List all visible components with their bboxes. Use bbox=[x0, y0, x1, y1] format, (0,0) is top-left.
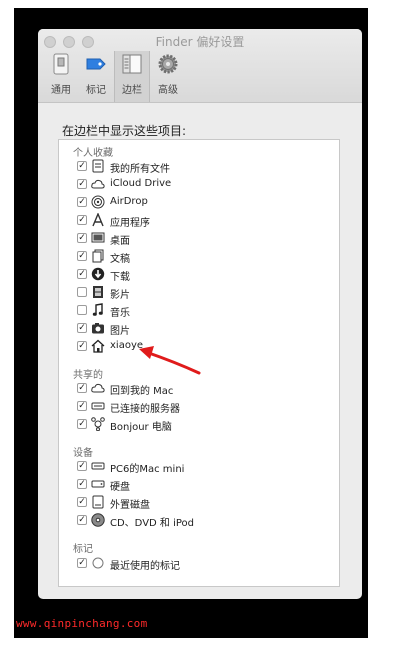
tab-general-label: 通用 bbox=[51, 85, 71, 96]
optical-disc-icon bbox=[91, 513, 105, 527]
checkbox[interactable]: ✓ bbox=[77, 419, 87, 429]
sidebar-option-back-to-my-mac[interactable]: ✓ 回到我的 Mac bbox=[77, 381, 327, 397]
download-icon bbox=[91, 267, 105, 281]
cloud-icon bbox=[91, 179, 105, 189]
option-label: 影片 bbox=[110, 290, 130, 301]
option-label: 回到我的 Mac bbox=[110, 386, 174, 397]
sidebar-option-documents[interactable]: ✓ 文稿 bbox=[77, 249, 327, 265]
checkbox[interactable]: ✓ bbox=[77, 233, 87, 243]
hard-disk-icon bbox=[91, 480, 105, 488]
sidebar-option-connected-servers[interactable]: ✓ 已连接的服务器 bbox=[77, 399, 327, 415]
sidebar-items-list: 个人收藏 ✓ 我的所有文件 ✓ iCloud Drive ✓ AirDrop ✓… bbox=[58, 139, 340, 587]
option-label: PC6的Mac mini bbox=[110, 464, 185, 475]
title-bar: Finder 偏好设置 通用 标记 边栏 高级 bbox=[38, 29, 362, 103]
section-shared-title: 共享的 bbox=[73, 370, 103, 381]
tab-advanced[interactable]: 高级 bbox=[151, 51, 185, 99]
sidebar-icon bbox=[122, 54, 142, 74]
desktop-icon bbox=[91, 232, 105, 243]
external-disk-icon bbox=[92, 495, 104, 509]
checkbox[interactable]: ✓ bbox=[77, 497, 87, 507]
option-label: 音乐 bbox=[110, 308, 130, 319]
checkbox[interactable]: ✓ bbox=[77, 179, 87, 189]
checkbox[interactable]: ✓ bbox=[77, 383, 87, 393]
sidebar-option-external-disk[interactable]: ✓ 外置磁盘 bbox=[77, 495, 327, 511]
option-label: 我的所有文件 bbox=[110, 164, 170, 175]
sidebar-option-applications[interactable]: ✓ 应用程序 bbox=[77, 213, 327, 229]
finder-preferences-window: Finder 偏好设置 通用 标记 边栏 高级 在边栏中显示这些项目: 个人收藏… bbox=[38, 29, 362, 599]
sidebar-option-downloads[interactable]: ✓ 下载 bbox=[77, 267, 327, 283]
cloud-icon bbox=[91, 383, 105, 393]
window-title: Finder 偏好设置 bbox=[155, 35, 245, 49]
option-label: 外置磁盘 bbox=[110, 500, 150, 511]
option-label: 桌面 bbox=[110, 236, 130, 247]
checkbox[interactable] bbox=[77, 305, 87, 315]
tab-tags[interactable]: 标记 bbox=[79, 51, 113, 99]
all-files-icon bbox=[92, 159, 104, 173]
checkbox[interactable]: ✓ bbox=[77, 341, 87, 351]
option-label: CD、DVD 和 iPod bbox=[110, 518, 195, 529]
tag-circle-icon bbox=[92, 557, 104, 569]
pictures-icon bbox=[92, 323, 104, 334]
sidebar-option-icloud-drive[interactable]: ✓ iCloud Drive bbox=[77, 177, 327, 193]
checkbox[interactable]: ✓ bbox=[77, 161, 87, 171]
gear-icon bbox=[158, 54, 178, 74]
checkbox[interactable]: ✓ bbox=[77, 479, 87, 489]
general-icon bbox=[53, 53, 69, 75]
option-label: AirDrop bbox=[110, 196, 148, 207]
tag-icon bbox=[86, 58, 106, 70]
sidebar-option-optical-disc[interactable]: ✓ CD、DVD 和 iPod bbox=[77, 513, 327, 529]
airdrop-icon bbox=[91, 195, 105, 209]
watermark: www.qinpinchang.com bbox=[16, 617, 148, 630]
section-devices-title: 设备 bbox=[73, 448, 93, 459]
checkbox[interactable]: ✓ bbox=[77, 515, 87, 525]
section-favorites-title: 个人收藏 bbox=[73, 148, 113, 159]
applications-icon bbox=[92, 213, 104, 227]
bonjour-icon bbox=[91, 417, 105, 431]
tab-sidebar[interactable]: 边栏 bbox=[114, 51, 150, 102]
sidebar-option-home[interactable]: ✓ xiaoye bbox=[77, 339, 327, 355]
sidebar-option-pictures[interactable]: ✓ 图片 bbox=[77, 321, 327, 337]
option-label: xiaoye bbox=[110, 340, 144, 351]
option-label: 应用程序 bbox=[110, 218, 150, 229]
sidebar-option-mac-mini[interactable]: ✓ PC6的Mac mini bbox=[77, 459, 327, 475]
sidebar-option-hard-disk[interactable]: ✓ 硬盘 bbox=[77, 477, 327, 493]
checkbox[interactable]: ✓ bbox=[77, 323, 87, 333]
option-label: 已连接的服务器 bbox=[110, 404, 180, 415]
option-label: 图片 bbox=[110, 326, 130, 337]
option-label: iCloud Drive bbox=[110, 178, 172, 189]
tab-tags-label: 标记 bbox=[86, 85, 106, 96]
checkbox[interactable]: ✓ bbox=[77, 401, 87, 411]
option-label: 下载 bbox=[110, 272, 130, 283]
checkbox[interactable]: ✓ bbox=[77, 251, 87, 261]
server-icon bbox=[91, 402, 105, 410]
checkbox[interactable]: ✓ bbox=[77, 269, 87, 279]
mac-mini-icon bbox=[91, 462, 105, 470]
documents-icon bbox=[92, 249, 104, 263]
option-label: 文稿 bbox=[110, 254, 130, 265]
checkbox[interactable] bbox=[77, 287, 87, 297]
section-tags-title: 标记 bbox=[73, 544, 93, 555]
sidebar-option-movies[interactable]: 影片 bbox=[77, 285, 327, 301]
tab-advanced-label: 高级 bbox=[158, 85, 178, 96]
movies-icon bbox=[93, 286, 103, 298]
checkbox[interactable]: ✓ bbox=[77, 197, 87, 207]
sidebar-items-heading: 在边栏中显示这些项目: bbox=[62, 124, 187, 138]
music-icon bbox=[92, 303, 103, 316]
checkbox[interactable]: ✓ bbox=[77, 215, 87, 225]
option-label: Bonjour 电脑 bbox=[110, 422, 172, 433]
sidebar-option-airdrop[interactable]: ✓ AirDrop bbox=[77, 195, 327, 211]
sidebar-option-bonjour[interactable]: ✓ Bonjour 电脑 bbox=[77, 417, 327, 433]
option-label: 硬盘 bbox=[110, 482, 130, 493]
sidebar-option-all-files[interactable]: ✓ 我的所有文件 bbox=[77, 159, 327, 175]
home-icon bbox=[91, 339, 105, 353]
option-label: 最近使用的标记 bbox=[110, 561, 180, 572]
checkbox[interactable]: ✓ bbox=[77, 558, 87, 568]
tab-sidebar-label: 边栏 bbox=[122, 85, 142, 96]
checkbox[interactable]: ✓ bbox=[77, 461, 87, 471]
tab-general[interactable]: 通用 bbox=[44, 51, 78, 99]
sidebar-option-desktop[interactable]: ✓ 桌面 bbox=[77, 231, 327, 247]
sidebar-option-music[interactable]: 音乐 bbox=[77, 303, 327, 319]
sidebar-option-recent-tags[interactable]: ✓ 最近使用的标记 bbox=[77, 556, 327, 572]
